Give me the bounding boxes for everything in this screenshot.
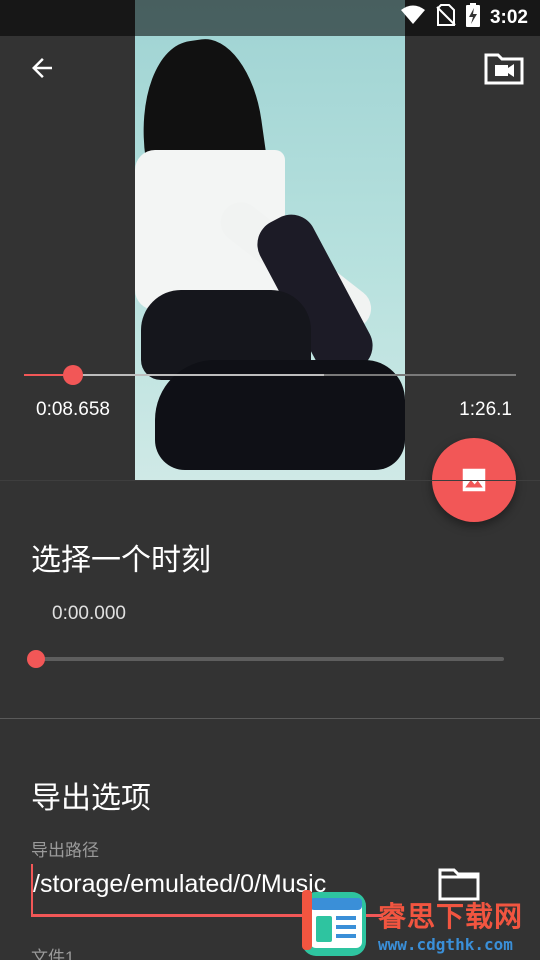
app-screen: 3:02 0:08.658 1:26.1 选择一个时刻 0:00.000 导出选… (0, 0, 540, 960)
current-time: 0:08.658 (36, 399, 110, 420)
watermark-title: 睿思下载网 (378, 899, 524, 933)
seek-thumb[interactable] (63, 365, 84, 385)
video-preview-area: 3:02 0:08.658 1:26.1 (0, 0, 540, 480)
arrow-left-icon (32, 58, 52, 78)
video-frame[interactable] (135, 0, 405, 480)
watermark: 睿思下载网 www.cdgthk.com (300, 888, 540, 960)
wifi-icon (400, 5, 426, 31)
folder-video-icon (484, 53, 524, 85)
export-path-label: 导出路径 (31, 841, 99, 860)
total-time: 1:26.1 (459, 399, 512, 420)
open-video-button[interactable] (482, 48, 526, 88)
battery-charging-icon (465, 3, 480, 33)
export-title: 导出选项 (31, 782, 151, 815)
moment-slider-thumb[interactable] (27, 650, 45, 668)
watermark-logo (300, 888, 370, 960)
moment-title: 选择一个时刻 (31, 544, 211, 577)
moment-time: 0:00.000 (52, 603, 126, 624)
status-time: 3:02 (489, 7, 528, 28)
status-icons: 3:02 (400, 3, 528, 33)
back-button[interactable] (22, 48, 62, 88)
file-name-label: 文件1 (31, 948, 75, 960)
moment-slider[interactable] (27, 650, 504, 668)
moment-section: 选择一个时刻 0:00.000 (0, 480, 540, 718)
video-seek-bar[interactable] (24, 365, 516, 385)
no-sim-icon (436, 4, 456, 32)
watermark-url: www.cdgthk.com (378, 934, 513, 954)
